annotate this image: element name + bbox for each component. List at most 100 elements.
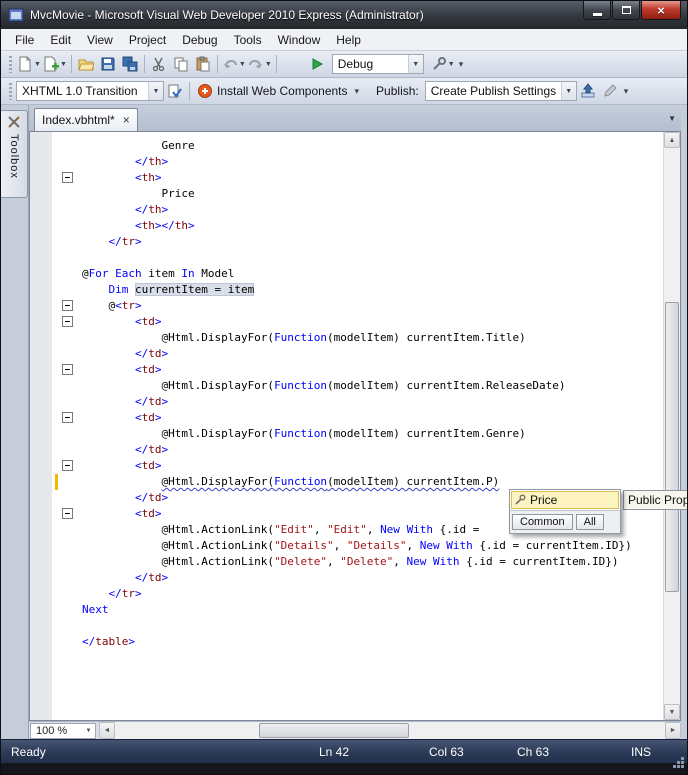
publish-settings-combo[interactable]: Create Publish Settings ▼: [424, 81, 577, 101]
redo-button[interactable]: ▼: [247, 53, 273, 75]
menu-window[interactable]: Window: [270, 30, 329, 50]
new-web-site-button[interactable]: ▼: [16, 53, 42, 75]
zoom-combo[interactable]: 100 % ▼: [30, 722, 96, 739]
save-all-button[interactable]: [119, 53, 141, 75]
add-new-item-button[interactable]: ▼: [42, 53, 68, 75]
toolbox-icon: [8, 116, 20, 128]
intellisense-tab-common[interactable]: Common: [512, 514, 573, 530]
save-button[interactable]: [97, 53, 119, 75]
open-folder-icon: [78, 59, 94, 71]
menu-project[interactable]: Project: [121, 30, 174, 50]
code-text[interactable]: Genre: [82, 138, 194, 154]
horizontal-scrollbar-thumb[interactable]: [259, 723, 409, 738]
menu-tools[interactable]: Tools: [226, 30, 270, 50]
code-text[interactable]: </tr>: [82, 586, 142, 602]
minimize-button[interactable]: [583, 1, 611, 20]
titlebar[interactable]: MvcMovie - Microsoft Visual Web Develope…: [1, 1, 687, 29]
code-text[interactable]: </td>: [82, 394, 168, 410]
code-text[interactable]: </th>: [82, 202, 168, 218]
code-text[interactable]: @Html.DisplayFor(Function(modelItem) cur…: [82, 426, 525, 442]
code-text[interactable]: @Html.DisplayFor(Function(modelItem) cur…: [82, 378, 565, 394]
cut-button[interactable]: [148, 53, 170, 75]
toolbar-overflow-button[interactable]: ▾: [352, 86, 363, 97]
resize-grip[interactable]: [671, 755, 685, 772]
fold-collapse-box[interactable]: [62, 316, 73, 327]
code-text[interactable]: @Html.ActionLink("Delete", "Delete", New…: [82, 554, 618, 570]
menu-debug[interactable]: Debug: [174, 30, 225, 50]
toolbar-overflow-button[interactable]: ▾: [456, 59, 467, 70]
document-list-dropdown-icon[interactable]: ▼: [668, 114, 676, 123]
code-text[interactable]: </td>: [82, 570, 168, 586]
publish-button[interactable]: [577, 80, 599, 102]
maximize-button[interactable]: [612, 1, 640, 20]
scroll-left-icon[interactable]: ◄: [99, 722, 115, 739]
code-margin: [30, 154, 82, 170]
code-text[interactable]: <th>: [82, 170, 162, 186]
code-text[interactable]: <td>: [82, 314, 162, 330]
code-line: Price: [30, 186, 663, 202]
tab-index-vbhtml[interactable]: Index.vbhtml* ×: [34, 108, 138, 131]
undo-button[interactable]: ▼: [221, 53, 247, 75]
close-button[interactable]: ×: [641, 1, 681, 20]
toolbox-tab[interactable]: Toolbox: [1, 110, 28, 198]
vertical-scrollbar-thumb[interactable]: [665, 302, 679, 592]
fold-collapse-box[interactable]: [62, 364, 73, 375]
toolbar-separator: [275, 55, 277, 73]
code-text[interactable]: Next: [82, 602, 109, 618]
code-text[interactable]: </th>: [82, 154, 168, 170]
intellisense-tab-all[interactable]: All: [575, 514, 604, 530]
scroll-down-icon[interactable]: ▼: [664, 704, 680, 720]
menu-help[interactable]: Help: [328, 30, 369, 50]
code-text[interactable]: @Html.DisplayFor(Function(modelItem) cur…: [82, 474, 499, 490]
code-text[interactable]: </table>: [82, 634, 135, 650]
intellisense-item-price[interactable]: Price: [511, 491, 619, 509]
code-text[interactable]: @Html.DisplayFor(Function(modelItem) cur…: [82, 330, 525, 346]
vertical-scrollbar[interactable]: ▲ ▼: [663, 132, 680, 720]
install-web-components-button[interactable]: Install Web Components: [193, 80, 352, 102]
fold-collapse-box[interactable]: [62, 460, 73, 471]
code-text[interactable]: <td>: [82, 410, 162, 426]
code-text[interactable]: </tr>: [82, 234, 142, 250]
fold-collapse-box[interactable]: [62, 508, 73, 519]
toolbar-grip[interactable]: [9, 82, 12, 100]
cut-icon: [152, 57, 165, 72]
code-text[interactable]: @Html.ActionLink("Details", "Details", N…: [82, 538, 631, 554]
menu-file[interactable]: File: [7, 30, 42, 50]
code-text[interactable]: </td>: [82, 490, 168, 506]
code-line: Next: [30, 602, 663, 618]
scroll-up-icon[interactable]: ▲: [664, 132, 680, 148]
wrench-icon: [433, 57, 446, 70]
fold-collapse-box[interactable]: [62, 412, 73, 423]
code-text[interactable]: <td>: [82, 458, 162, 474]
style-check-button[interactable]: [164, 80, 186, 102]
solution-configuration-combo[interactable]: Debug ▼: [331, 54, 424, 74]
code-text[interactable]: <td>: [82, 362, 162, 378]
code-text[interactable]: <th></th>: [82, 218, 195, 234]
fold-collapse-box[interactable]: [62, 172, 73, 183]
tab-close-icon[interactable]: ×: [123, 114, 130, 126]
horizontal-scrollbar[interactable]: ◄ ►: [99, 722, 681, 739]
properties-tool-button[interactable]: ▼: [430, 53, 456, 75]
code-text[interactable]: </td>: [82, 442, 168, 458]
open-file-button[interactable]: [75, 53, 97, 75]
paste-button[interactable]: [192, 53, 214, 75]
code-editor[interactable]: Genre </th> <th> Price </th> <th></th> <…: [30, 132, 663, 720]
code-text[interactable]: @For Each item In Model: [82, 266, 234, 282]
doctype-validation-combo[interactable]: XHTML 1.0 Transition ▼: [16, 81, 164, 101]
code-text[interactable]: Price: [82, 186, 194, 202]
toolbar-overflow-button[interactable]: ▾: [621, 86, 632, 97]
copy-button[interactable]: [170, 53, 192, 75]
scroll-right-icon[interactable]: ►: [665, 722, 681, 739]
toolbar-grip[interactable]: [9, 55, 12, 73]
start-debugging-button[interactable]: [306, 53, 328, 75]
edit-settings-button[interactable]: [599, 80, 621, 102]
code-text[interactable]: <td>: [82, 506, 162, 522]
menu-view[interactable]: View: [79, 30, 121, 50]
code-text[interactable]: Dim currentItem = item: [82, 282, 255, 298]
code-text[interactable]: @Html.ActionLink("Edit", "Edit", New Wit…: [82, 522, 486, 538]
code-margin: [30, 282, 82, 298]
menu-edit[interactable]: Edit: [42, 30, 79, 50]
code-text[interactable]: @<tr>: [82, 298, 141, 314]
code-text[interactable]: </td>: [82, 346, 168, 362]
fold-collapse-box[interactable]: [62, 300, 73, 311]
